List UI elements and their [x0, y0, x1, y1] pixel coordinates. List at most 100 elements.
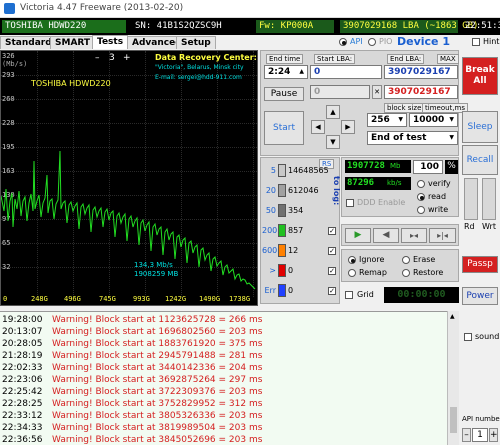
stats-color-swatch [278, 204, 286, 217]
rewind-icon[interactable]: ◀ [373, 228, 399, 243]
api-radio[interactable] [339, 38, 347, 46]
sound-label: sound [475, 332, 500, 341]
stats-count: 0 [288, 286, 294, 295]
break-all-button[interactable]: Break All [462, 57, 498, 95]
clock: 22:51:32 [465, 21, 500, 31]
stats-row: 600 12 ✓ [262, 243, 338, 259]
hints-label: Hints [483, 37, 500, 46]
scroll-thumb[interactable] [450, 407, 457, 433]
start-button[interactable]: Start [264, 111, 304, 145]
log-message: Warning! Block start at 3440142336 = 204… [52, 363, 263, 373]
speed-graph: 326 (Mb/s) 293 260 228 195 163 130 97 65… [0, 50, 258, 306]
victoria-window: Victoria 4.47 Freeware (2013-02-20) TOSH… [0, 0, 500, 445]
log-scrollbar[interactable]: ▲ [447, 311, 459, 445]
end-time-input[interactable]: 2:24 ▲ [264, 65, 308, 79]
block-size-value: 256 [371, 115, 390, 125]
stats-threshold: 20 [265, 186, 276, 195]
drive-capacity: 3907029168 LBA (~1863 GB) [340, 20, 478, 33]
log-time: 22:28:25 [2, 399, 43, 409]
drive-model[interactable]: TOSHIBA HDWD220 [2, 20, 126, 33]
drive-info-bar: TOSHIBA HDWD220 SN: 41B1S2QZSC9H Fw: KP0… [0, 18, 500, 35]
read-radio[interactable] [417, 193, 425, 201]
passp-button[interactable]: Passp [462, 256, 498, 273]
ddd-checkbox[interactable] [346, 199, 354, 207]
log-message: Warning! Block start at 3752829952 = 312… [52, 399, 263, 409]
remap-label: Remap [359, 268, 387, 277]
log-row: 20:13:07 Warning! Block start at 16968025… [2, 326, 262, 338]
sleep-button[interactable]: Sleep [462, 111, 498, 143]
grid-label: Grid [357, 290, 374, 299]
skip-icon[interactable]: ▸◂ [401, 228, 427, 243]
write-radio[interactable] [417, 206, 425, 214]
arrow-left-icon[interactable]: ◀ [311, 120, 325, 134]
current-lba-field: 0 [310, 85, 370, 99]
spin-icon[interactable]: ▲ [299, 66, 304, 78]
clear-button[interactable]: ✕ [372, 85, 382, 99]
log-checkbox[interactable]: ✓ [328, 227, 336, 235]
log-checkbox[interactable]: ✓ [328, 287, 336, 295]
verify-radio[interactable] [417, 180, 425, 188]
log-checkbox[interactable]: ✓ [328, 267, 336, 275]
stats-color-swatch [278, 224, 286, 237]
wrt-indicator [482, 178, 496, 220]
log-message: Warning! Block start at 2945791488 = 281… [52, 351, 263, 361]
hints-checkbox[interactable] [472, 38, 480, 46]
tab-smart[interactable]: SMART [50, 36, 96, 49]
block-size-select[interactable]: 256 ▼ [367, 113, 407, 127]
chevron-down-icon: ▼ [398, 116, 403, 123]
tab-standard[interactable]: Standard [0, 36, 57, 49]
arrow-right-icon[interactable]: ▶ [341, 120, 355, 134]
jump-end-icon[interactable]: ▸|◂ [429, 228, 456, 243]
restore-label: Restore [413, 268, 444, 277]
scroll-up-icon[interactable]: ▲ [450, 313, 455, 320]
log-row: 21:28:19 Warning! Block start at 29457914… [2, 350, 262, 362]
power-button[interactable]: Power [462, 287, 498, 305]
restore-radio[interactable] [402, 269, 410, 277]
timeout-select[interactable]: 10000 ▼ [409, 113, 458, 127]
stats-threshold: 5 [270, 166, 276, 175]
tab-setup[interactable]: Setup [176, 36, 216, 49]
end-time-label: End time [266, 54, 304, 64]
ignore-radio[interactable] [348, 256, 356, 264]
log-checkbox[interactable]: ✓ [328, 247, 336, 255]
log-time: 20:13:07 [2, 327, 43, 337]
api-decrease-button[interactable]: – [462, 428, 471, 442]
stats-threshold: 600 [262, 246, 278, 255]
progress-panel: 1907728 Mb 100 % 87296 kb/s verify read … [341, 157, 459, 217]
event-log: 19:28:00 Warning! Block start at 11236257… [0, 311, 459, 445]
sound-checkbox[interactable] [464, 333, 472, 341]
recall-button[interactable]: Recall [462, 145, 498, 175]
log-message: Warning! Block start at 3845052696 = 203… [52, 435, 263, 445]
end-lba-input[interactable]: 3907029167 [384, 65, 458, 79]
log-time: 22:25:42 [2, 387, 43, 397]
current-speed: 134,3 Mb/s [134, 261, 173, 269]
tab-tests[interactable]: Tests [92, 35, 129, 49]
api-label: API [350, 37, 363, 46]
api-increase-button[interactable]: + [489, 428, 498, 442]
remap-radio[interactable] [348, 269, 356, 277]
speed-unit: kb/s [387, 179, 402, 187]
current-position: 1908259 MB [134, 270, 179, 278]
log-row: 22:36:56 Warning! Block start at 38450526… [2, 434, 262, 445]
log-row: 22:33:12 Warning! Block start at 38053263… [2, 410, 262, 422]
stats-count: 354 [288, 206, 304, 215]
log-message: Warning! Block start at 3722309376 = 203… [52, 387, 263, 397]
play-icon[interactable]: ▶ [345, 228, 371, 243]
stats-row: >0 ✓ [262, 263, 338, 279]
start-lba-input[interactable]: 0 [310, 65, 382, 79]
stats-row: 5 14648565 [262, 163, 338, 179]
erase-radio[interactable] [402, 256, 410, 264]
drive-serial: SN: 41B1S2QZSC9H [135, 21, 222, 31]
pio-radio[interactable] [368, 38, 376, 46]
wrt-label: Wrt [482, 222, 496, 231]
end-action-select[interactable]: End of test ▼ [367, 131, 458, 145]
api-number-input[interactable]: 1 [472, 428, 488, 442]
ddd-enable-label: DDD Enable [357, 198, 406, 207]
arrow-down-icon[interactable]: ▼ [326, 135, 340, 149]
log-message: Warning! Block start at 1883761920 = 375… [52, 339, 263, 349]
grid-checkbox[interactable] [345, 291, 353, 299]
arrow-up-icon[interactable]: ▲ [326, 105, 340, 119]
api-number-label: API number [462, 415, 500, 423]
pause-button[interactable]: Pause [264, 87, 304, 101]
max-button[interactable]: MAX [437, 54, 459, 64]
